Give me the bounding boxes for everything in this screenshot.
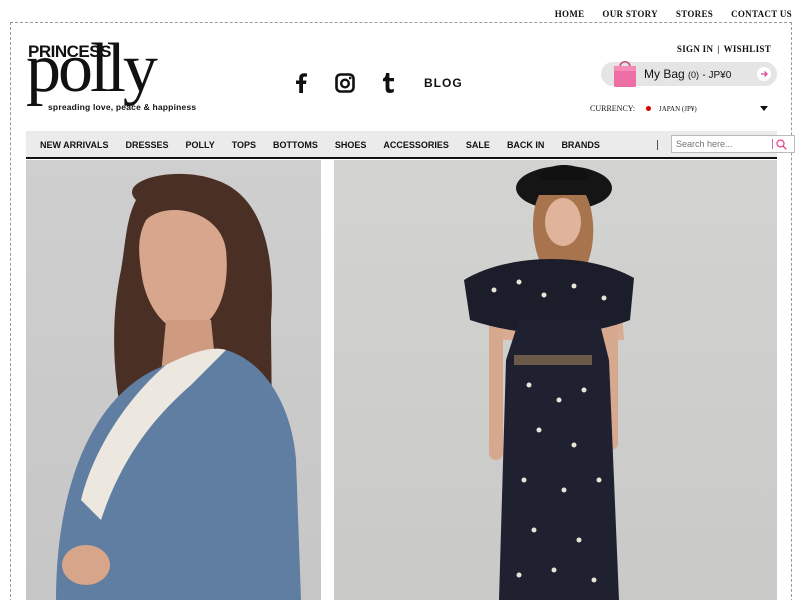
hero-image-denim-jacket[interactable] — [26, 160, 321, 600]
currency-label: CURRENCY: — [590, 104, 636, 113]
nav-divider — [657, 140, 658, 150]
nav-sale[interactable]: SALE — [466, 140, 490, 150]
bag-count: (0) — [688, 70, 700, 80]
instagram-icon[interactable] — [334, 72, 356, 94]
top-nav-contact-us[interactable]: CONTACT US — [731, 9, 792, 19]
search-input[interactable] — [672, 139, 772, 149]
nav-shoes[interactable]: SHOES — [335, 140, 367, 150]
site-logo[interactable]: PRINCESS polly spreading love, peace & h… — [26, 34, 206, 120]
facebook-icon[interactable] — [290, 72, 312, 94]
nav-new-arrivals[interactable]: NEW ARRIVALS — [40, 140, 109, 150]
bag-amount: - JP¥0 — [702, 70, 732, 81]
logo-polly: polly — [26, 30, 158, 107]
hero-image-floral-dress[interactable] — [334, 160, 777, 600]
shopping-bag-icon — [613, 58, 637, 87]
logo-tagline: spreading love, peace & happiness — [48, 102, 197, 112]
search-box — [671, 135, 795, 153]
main-nav-items: NEW ARRIVALS DRESSES POLLY TOPS BOTTOMS … — [40, 140, 617, 150]
nav-polly[interactable]: POLLY — [186, 140, 215, 150]
top-nav: HOME OUR STORY STORES CONTACT US — [555, 9, 792, 19]
arrow-right-icon[interactable] — [757, 67, 771, 81]
top-nav-stores[interactable]: STORES — [676, 9, 713, 19]
blog-link[interactable]: BLOG — [424, 76, 463, 90]
main-nav: NEW ARRIVALS DRESSES POLLY TOPS BOTTOMS … — [26, 131, 795, 159]
nav-bottoms[interactable]: BOTTOMS — [273, 140, 318, 150]
nav-back-in[interactable]: BACK IN — [507, 140, 545, 150]
wishlist-link[interactable]: WISHLIST — [724, 44, 771, 54]
currency-selector[interactable]: CURRENCY: JAPAN (JP¥) — [590, 104, 770, 113]
nav-brands[interactable]: BRANDS — [561, 140, 600, 150]
account-separator: | — [717, 44, 720, 54]
social-links: BLOG — [290, 72, 463, 94]
chevron-down-icon[interactable] — [760, 106, 768, 111]
nav-accessories[interactable]: ACCESSORIES — [383, 140, 449, 150]
japan-flag-icon — [646, 106, 651, 111]
sign-in-link[interactable]: SIGN IN — [677, 44, 713, 54]
nav-dresses[interactable]: DRESSES — [126, 140, 169, 150]
search-icon[interactable] — [773, 136, 789, 152]
my-bag-button[interactable]: My Bag (0) - JP¥0 — [601, 60, 777, 87]
tumblr-icon[interactable] — [378, 72, 400, 94]
bag-summary: My Bag (0) - JP¥0 — [644, 67, 731, 81]
top-nav-our-story[interactable]: OUR STORY — [602, 9, 657, 19]
nav-tops[interactable]: TOPS — [232, 140, 256, 150]
bag-label: My Bag — [644, 67, 685, 81]
currency-value: JAPAN (JP¥) — [659, 104, 697, 113]
account-links: SIGN IN | WISHLIST — [677, 44, 771, 54]
top-nav-home[interactable]: HOME — [555, 9, 585, 19]
